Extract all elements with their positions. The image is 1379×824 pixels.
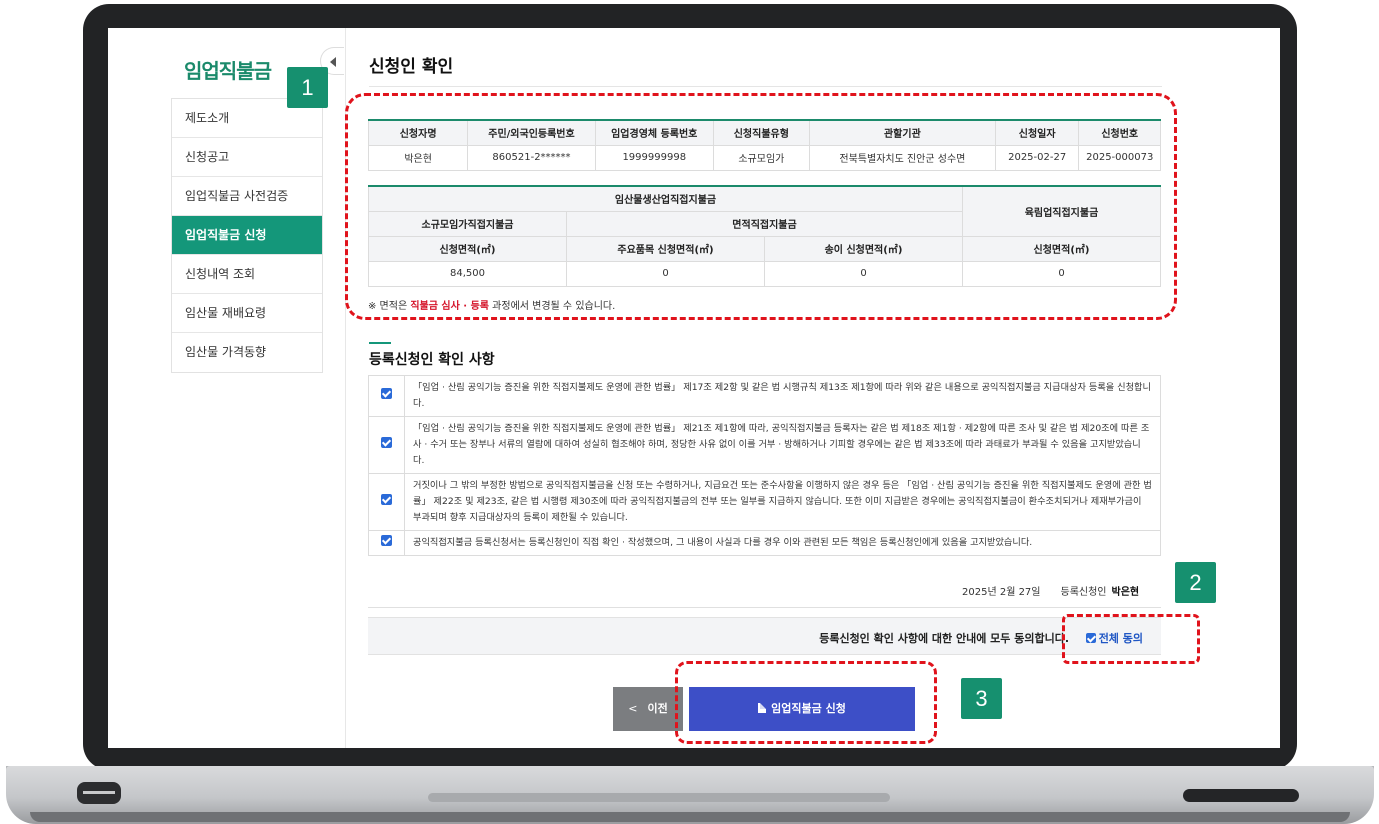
consent-text: 공익직접지불금 등록신청서는 등록신청인이 직접 확인 · 작성했으며, 그 내… [404,530,1161,556]
agree-all-text: 등록신청인 확인 사항에 대한 안내에 모두 동의합니다. [819,632,1069,645]
sidebar-menu: 제도소개 신청공고 임업직불금 사전검증 임업직불금 신청 신청내역 조회 임산… [171,98,323,373]
section-accent [369,342,391,344]
consent-text: 「임업 · 산림 공익기능 증진을 위한 직접지불제도 운영에 관한 법률」 제… [404,375,1161,417]
annotation-badge-2: 2 [1175,562,1216,603]
sidebar-item-notice[interactable]: 신청공고 [172,138,322,177]
annotation-box-2 [1062,614,1200,664]
brand-title[interactable]: 임업직불금 [184,55,272,84]
laptop-base-shadow [30,812,1350,822]
signature-label: 등록신청인 [1060,587,1107,598]
annotation-badge-1: 1 [287,67,328,108]
laptop-port-right [1183,789,1299,802]
consent-checkbox-cell [368,416,405,474]
sidebar-item-price[interactable]: 임산물 가격동향 [172,333,322,372]
annotation-badge-3: 3 [961,678,1002,719]
sidebar-item-apply[interactable]: 임업직불금 신청 [172,216,322,255]
laptop-hinge [428,793,890,802]
chevron-left-icon: < [628,702,638,715]
signature-line: 2025년 2월 27일 등록신청인 박은현 [962,583,1139,598]
consent-row: 「임업 · 산림 공익기능 증진을 위한 직접지불제도 운영에 관한 법률」 제… [368,375,1161,417]
title-divider [369,86,1162,87]
annotation-box-3 [675,661,937,744]
signature-name: 박은현 [1111,587,1140,598]
consent-text: 거짓이나 그 밖의 부정한 방법으로 공익직접지불금을 신청 또는 수령하거나,… [404,473,1161,531]
consent-checkbox[interactable] [381,493,392,505]
consent-table: 「임업 · 산림 공익기능 증진을 위한 직접지불제도 운영에 관한 법률」 제… [368,375,1161,556]
prev-button[interactable]: < 이전 [613,687,683,731]
agree-all-bar: 등록신청인 확인 사항에 대한 안내에 모두 동의합니다. 전체 동의 [368,617,1161,655]
consent-row: 「임업 · 산림 공익기능 증진을 위한 직접지불제도 운영에 관한 법률」 제… [368,416,1161,474]
signature-date: 2025년 2월 27일 [962,587,1041,598]
consent-checkbox[interactable] [381,534,392,546]
consent-checkbox-cell [368,375,405,417]
consent-checkbox-cell [368,473,405,531]
consent-checkbox[interactable] [381,436,392,448]
signature-divider [368,607,1161,608]
prev-button-label: 이전 [647,702,668,715]
consent-row: 거짓이나 그 밖의 부정한 방법으로 공익직접지불금을 신청 또는 수령하거나,… [368,473,1161,531]
laptop-port-left [77,782,121,804]
consent-row: 공익직접지불금 등록신청서는 등록신청인이 직접 확인 · 작성했으며, 그 내… [368,530,1161,556]
section-title: 등록신청인 확인 사항 [369,352,495,368]
page-title: 신청인 확인 [369,57,454,77]
sidebar-item-history[interactable]: 신청내역 조회 [172,255,322,294]
consent-checkbox-cell [368,530,405,556]
sidebar-item-cultivation[interactable]: 임산물 재배요령 [172,294,322,333]
annotation-box-1 [345,93,1177,320]
sidebar-item-precheck[interactable]: 임업직불금 사전검증 [172,177,322,216]
consent-text: 「임업 · 산림 공익기능 증진을 위한 직접지불제도 운영에 관한 법률」 제… [404,416,1161,474]
consent-checkbox[interactable] [381,387,392,399]
